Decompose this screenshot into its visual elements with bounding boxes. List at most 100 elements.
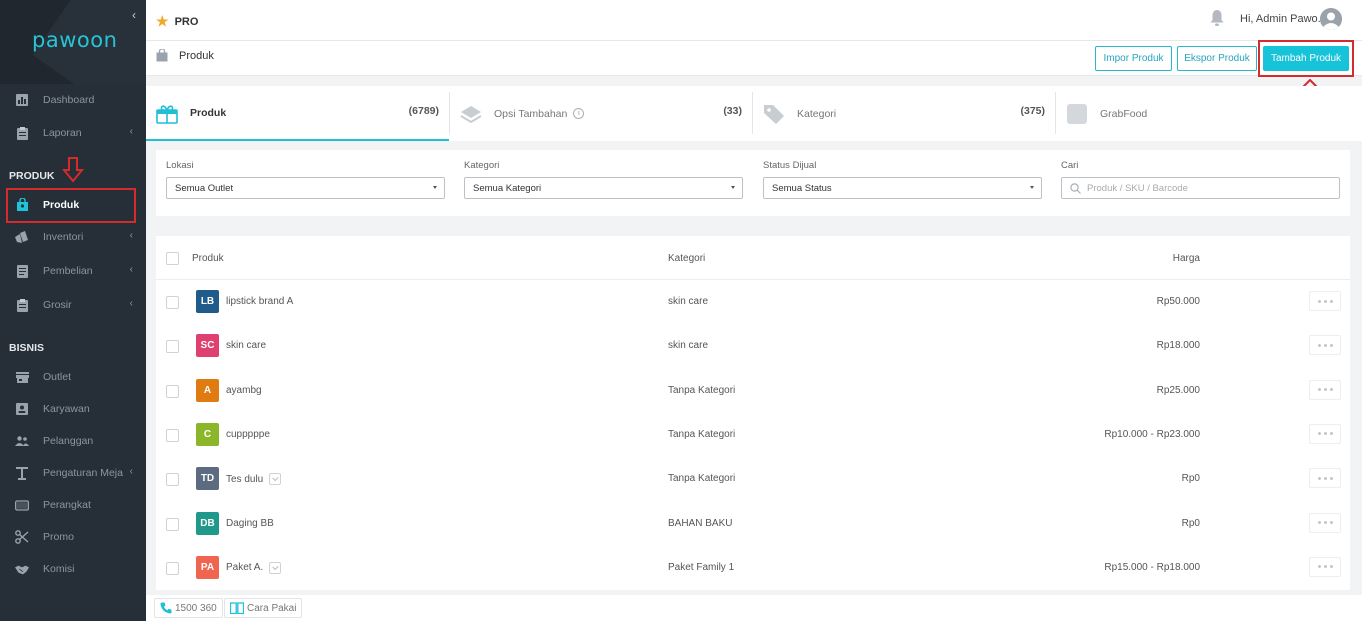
table-row[interactable]: DB Daging BB BAHAN BAKU Rp0 [156,502,1350,546]
sidebar-item-dashboard[interactable]: Dashboard [0,85,146,115]
product-avatar: PA [196,555,219,579]
sidebar-item-komisi[interactable]: Komisi [0,554,146,584]
tab-count: (375) [1020,105,1045,117]
sidebar-item-outlet[interactable]: Outlet [0,362,146,392]
tab-grabfood[interactable]: GrabFood [1056,86,1356,141]
collapse-sidebar-icon[interactable]: ‹ [132,8,136,22]
row-checkbox[interactable] [166,428,179,442]
row-checkbox[interactable] [166,473,179,487]
product-category: BAHAN BAKU [668,517,733,529]
more-actions-button[interactable] [1309,291,1341,311]
document-icon [15,264,29,278]
tab-label: Opsi Tambahan [494,107,568,120]
page-title: Produk [156,48,214,62]
star-icon: ★ [156,13,169,29]
bell-icon[interactable] [1210,10,1226,28]
filter-label: Kategori [464,160,500,171]
sidebar-item-laporan[interactable]: Laporan ‹ [0,118,146,148]
filter-panel: Lokasi Semua Outlet Kategori Semua Kateg… [156,150,1350,216]
tab-count: (33) [723,105,742,117]
guide-button[interactable]: Cara Pakai [224,598,303,618]
product-name[interactable]: cupppppe [226,429,270,440]
sidebar-item-label: Outlet [43,371,72,383]
more-actions-button[interactable] [1309,423,1341,444]
grabfood-icon [1066,103,1088,125]
tab-bar: Produk (6789) Opsi Tambahan i (33) Kateg… [146,86,1362,141]
sidebar-item-promo[interactable]: Promo [0,522,146,552]
row-checkbox[interactable] [166,517,179,531]
pawoon-logo[interactable]: pawoon [32,28,117,52]
tab-opsi-tambahan[interactable]: Opsi Tambahan i (33) [450,86,752,141]
sidebar-item-pengaturan-meja[interactable]: Pengaturan Meja ‹ [0,458,146,488]
sidebar-item-perangkat[interactable]: Perangkat [0,490,146,520]
status-select[interactable]: Semua Status [763,177,1042,199]
category-select[interactable]: Semua Kategori [464,177,743,199]
user-greeting[interactable]: Hi, Admin Pawo... [1240,13,1327,25]
product-name-text: cupppppe [226,428,270,440]
row-checkbox[interactable] [166,340,179,354]
sidebar-item-inventori[interactable]: Inventori ‹ [0,222,146,252]
dot-icon [1329,565,1333,569]
search-input[interactable]: Produk / SKU / Barcode [1061,177,1340,199]
sidebar-item-pembelian[interactable]: Pembelian ‹ [0,256,146,286]
select-value: Semua Status [772,182,832,194]
more-actions-button[interactable] [1309,335,1341,356]
export-product-button[interactable]: Ekspor Produk [1177,46,1257,71]
product-name[interactable]: Tes dulu [226,473,282,486]
support-phone-text: 1500 360 [175,602,217,614]
clipboard-icon [15,126,29,140]
page-header: Produk Impor Produk Ekspor Produk Tambah… [146,41,1362,76]
select-value: Semua Kategori [473,182,542,194]
plan-badge[interactable]: ★ PRO [156,13,198,30]
dot-icon [1323,476,1327,480]
column-header-kategori[interactable]: Kategori [668,253,705,264]
tab-produk[interactable]: Produk (6789) [146,86,449,141]
dot-icon [1323,565,1327,569]
sidebar-item-karyawan[interactable]: Karyawan [0,394,146,424]
product-name-text: Paket A. [226,562,264,574]
more-actions-button[interactable] [1309,379,1341,400]
info-icon[interactable]: i [573,108,585,119]
product-name[interactable]: Daging BB [226,518,274,529]
filter-status: Status Dijual Semua Status [763,160,1042,199]
more-actions-button[interactable] [1309,468,1341,489]
sidebar-item-pelanggan[interactable]: Pelanggan [0,426,146,456]
table-row[interactable]: TD Tes dulu Tanpa Kategori Rp0 [156,457,1350,501]
product-name[interactable]: ayambg [226,385,262,396]
select-all-checkbox[interactable] [166,252,179,265]
sidebar-item-label: Pembelian [43,265,93,277]
support-phone-button[interactable]: 1500 360 [154,598,223,618]
tab-label: Kategori [797,107,837,120]
product-price: Rp0 [1181,473,1200,485]
table-row[interactable]: Aayambg Tanpa Kategori Rp25.000 [156,369,1350,413]
row-checkbox[interactable] [166,384,179,398]
product-name[interactable]: lipstick brand A [226,296,293,307]
row-checkbox[interactable] [166,296,179,309]
dot-icon [1323,388,1327,392]
table-row[interactable]: PA Paket A. Paket Family 1 Rp15.000 - Rp18.… [156,546,1350,590]
location-select[interactable]: Semua Outlet [166,177,445,199]
more-actions-button[interactable] [1309,512,1341,533]
import-product-button[interactable]: Impor Produk [1095,46,1172,71]
product-table: Produk Kategori Harga LB lipstick brand A… [156,236,1350,590]
dot-icon [1317,432,1321,436]
table-row[interactable]: Ccupppppe Tanpa Kategori Rp10.000 - Rp23.0… [156,413,1350,457]
tag-icon [763,103,785,125]
table-row[interactable]: SC skin care skin care Rp18.000 [156,324,1350,368]
product-name[interactable]: Paket A. [226,561,282,574]
table-row[interactable]: LB lipstick brand A skin care Rp50.000 [156,280,1350,324]
dot-icon [1317,521,1321,524]
sidebar-item-grosir[interactable]: Grosir ‹ [0,290,146,320]
filter-label: Status Dijual [763,160,817,171]
avatar[interactable] [1320,8,1342,30]
more-actions-button[interactable] [1309,556,1341,577]
filter-lokasi: Lokasi Semua Outlet [166,160,445,199]
tab-kategori[interactable]: Kategori (375) [753,86,1055,141]
product-name[interactable]: skin care [226,340,266,351]
column-header-produk[interactable]: Produk [192,253,224,264]
dot-icon [1323,432,1327,436]
row-checkbox[interactable] [166,561,179,575]
dot-icon [1329,388,1333,392]
column-header-harga[interactable]: Harga [1173,253,1200,264]
sidebar-item-label: Dashboard [43,94,95,106]
